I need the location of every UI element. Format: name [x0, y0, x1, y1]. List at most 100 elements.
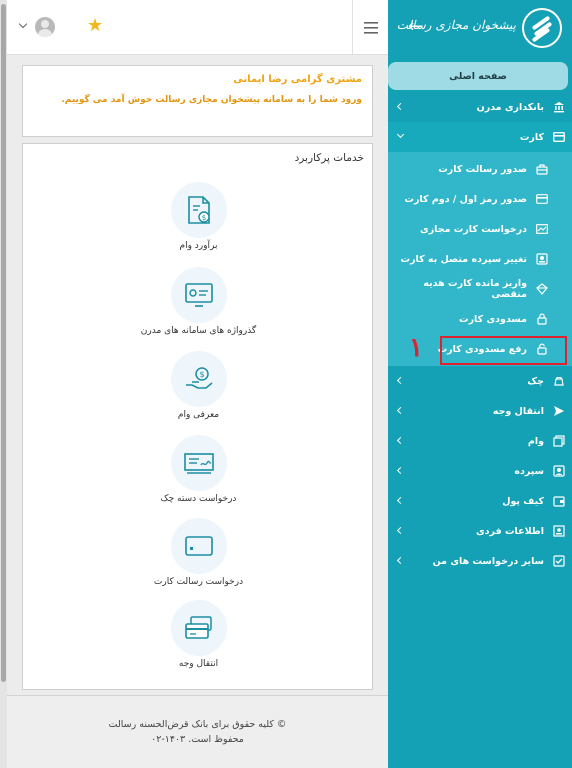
chevron-down-icon — [396, 130, 405, 139]
welcome-message: ورود شما را به سامانه پیشخوان مجازی رسال… — [61, 95, 362, 105]
sidebar-item-card[interactable]: کارت — [388, 122, 572, 152]
service-card-request[interactable]: درخواست رسالت کارت — [23, 518, 374, 598]
chevron-left-icon — [396, 102, 405, 111]
star-icon[interactable]: ★ — [87, 15, 103, 37]
service-label: گذرواژه های سامانه های مدرن — [140, 326, 257, 336]
sidebar-subitem-issue-card[interactable]: صدور رسالت کارت — [388, 154, 572, 184]
copyright-line: © کلیه حقوق برای بانک قرض‌الحسنه رسالت — [108, 719, 287, 730]
menu-toggle-button[interactable] — [352, 0, 388, 55]
loan-intro-icon: $ — [185, 367, 213, 389]
service-modern-passwords[interactable]: گذرواژه های سامانه های مدرن — [23, 267, 374, 347]
sidebar-subitem-block-card[interactable]: مسدودی کارت — [388, 304, 572, 334]
gift-card-icon — [536, 283, 548, 295]
deposit-icon — [553, 465, 565, 477]
sidebar-subitem-virtual-card[interactable]: درخواست کارت مجازی — [388, 214, 572, 244]
svg-text:$: $ — [201, 214, 205, 222]
profile-icon — [553, 525, 565, 537]
sidebar-header: پیشخوان مجازی رسالت ← — [388, 0, 572, 55]
requests-icon — [553, 555, 565, 567]
chevron-left-icon — [396, 496, 405, 505]
lock-icon — [536, 313, 548, 325]
sidebar-nav: صفحه اصلی بانکداری مدرن کارت صدور رسالت … — [388, 62, 572, 576]
sidebar-item-deposit[interactable]: سپرده — [388, 456, 572, 486]
loan-icon — [553, 435, 565, 447]
sidebar-item-label: بانکداری مدرن — [476, 101, 544, 113]
sidebar-item-profile[interactable]: اطلاعات فردی — [388, 516, 572, 546]
avatar[interactable] — [35, 17, 55, 37]
sidebar-item-label: تغییر سپرده متصل به کارت — [400, 253, 527, 265]
sidebar-item-loan[interactable]: وام — [388, 426, 572, 456]
arrow-left-icon[interactable]: ← — [408, 16, 423, 38]
transfer-icon — [184, 616, 212, 639]
modern-password-icon — [184, 283, 213, 307]
chevron-left-icon — [396, 526, 405, 535]
sidebar-subitem-card-pin[interactable]: صدور رمز اول / دوم کارت — [388, 184, 572, 214]
sidebar-item-transfer[interactable]: انتقال وجه — [388, 396, 572, 426]
service-label: معرفی وام — [177, 410, 220, 420]
bank-logo — [522, 8, 562, 48]
svg-text:$: $ — [199, 370, 204, 379]
scrollbar-thumb[interactable] — [1, 4, 6, 682]
main-content: ★ مشتری گرامی رضا ایمانی ورود شما را به … — [0, 0, 388, 768]
welcome-card: مشتری گرامی رضا ایمانی ورود شما را به سا… — [22, 65, 373, 137]
service-loan-intro[interactable]: $ معرفی وام — [23, 351, 374, 431]
service-loan-estimate[interactable]: $ برآورد وام — [23, 182, 374, 262]
sidebar-item-modern-banking[interactable]: بانکداری مدرن — [388, 92, 572, 122]
sidebar-item-other-requests[interactable]: سایر درخواست های من — [388, 546, 572, 576]
chevron-left-icon — [396, 466, 405, 475]
services-panel: خدمات پرکاربرد $ برآورد وام گذرواژه های … — [22, 143, 373, 690]
top-bar: ★ — [7, 0, 388, 55]
sidebar-item-label: درخواست کارت مجازی — [420, 223, 527, 235]
sidebar-item-label: صدور رسالت کارت — [438, 163, 527, 175]
sidebar-item-label: واریز مانده کارت هدیه منقضی — [423, 278, 527, 300]
sidebar-item-label: وام — [527, 435, 544, 447]
sidebar-item-label: کارت — [519, 131, 544, 143]
sidebar: پیشخوان مجازی رسالت ← صفحه اصلی بانکداری… — [388, 0, 572, 768]
loan-estimate-icon: $ — [187, 196, 210, 224]
check-icon — [553, 375, 565, 387]
sidebar-subitem-linked-deposit[interactable]: تغییر سپرده متصل به کارت — [388, 244, 572, 274]
sidebar-item-label: صفحه اصلی — [449, 70, 507, 82]
sidebar-subitem-gift-card[interactable]: واریز مانده کارت هدیه منقضی — [388, 274, 572, 304]
bank-icon — [553, 101, 565, 113]
chevron-left-icon — [396, 376, 405, 385]
sidebar-item-check[interactable]: چک — [388, 366, 572, 396]
service-label: انتقال وجه — [178, 659, 219, 669]
chevron-left-icon — [396, 436, 405, 445]
sidebar-item-label: اطلاعات فردی — [475, 525, 544, 537]
service-label: درخواست رسالت کارت — [153, 577, 244, 587]
virtual-card-icon — [536, 223, 548, 235]
wallet-icon — [553, 495, 565, 507]
sidebar-item-wallet[interactable]: کیف پول — [388, 486, 572, 516]
send-icon — [553, 405, 565, 417]
sidebar-item-label: سپرده — [514, 465, 544, 477]
highlight-box — [440, 336, 567, 365]
card-pin-icon — [536, 193, 548, 205]
footer: © کلیه حقوق برای بانک قرض‌الحسنه رسالت م… — [7, 695, 388, 768]
services-title: خدمات پرکاربرد — [294, 152, 364, 164]
scrollbar[interactable] — [0, 0, 7, 768]
service-label: برآورد وام — [179, 241, 218, 251]
linked-deposit-icon — [536, 253, 548, 265]
sidebar-item-label: انتقال وجه — [492, 405, 544, 417]
sidebar-item-label: مسدودی کارت — [459, 313, 527, 325]
issue-card-icon — [536, 163, 548, 175]
sidebar-item-label: صدور رمز اول / دوم کارت — [404, 193, 527, 205]
card-icon — [184, 536, 213, 556]
sidebar-item-label: چک — [527, 375, 544, 387]
service-transfer[interactable]: انتقال وجه — [23, 600, 374, 680]
card-icon — [553, 131, 565, 143]
service-label: درخواست دسته چک — [160, 494, 237, 504]
customer-name: مشتری گرامی رضا ایمانی — [233, 74, 362, 85]
chevron-left-icon — [396, 556, 405, 565]
copyright-year: محفوظ است. ۱۴۰۳-۰۲ — [151, 734, 244, 745]
hamburger-icon — [363, 21, 378, 34]
sidebar-item-home[interactable]: صفحه اصلی — [388, 62, 568, 90]
chevron-down-icon[interactable] — [18, 19, 28, 29]
sidebar-item-label: کیف پول — [502, 495, 544, 507]
sidebar-item-label: سایر درخواست های من — [432, 555, 544, 567]
chevron-left-icon — [396, 406, 405, 415]
checkbook-icon — [183, 453, 214, 474]
service-checkbook-request[interactable]: درخواست دسته چک — [23, 435, 374, 515]
step-number: ۱ — [409, 333, 423, 363]
